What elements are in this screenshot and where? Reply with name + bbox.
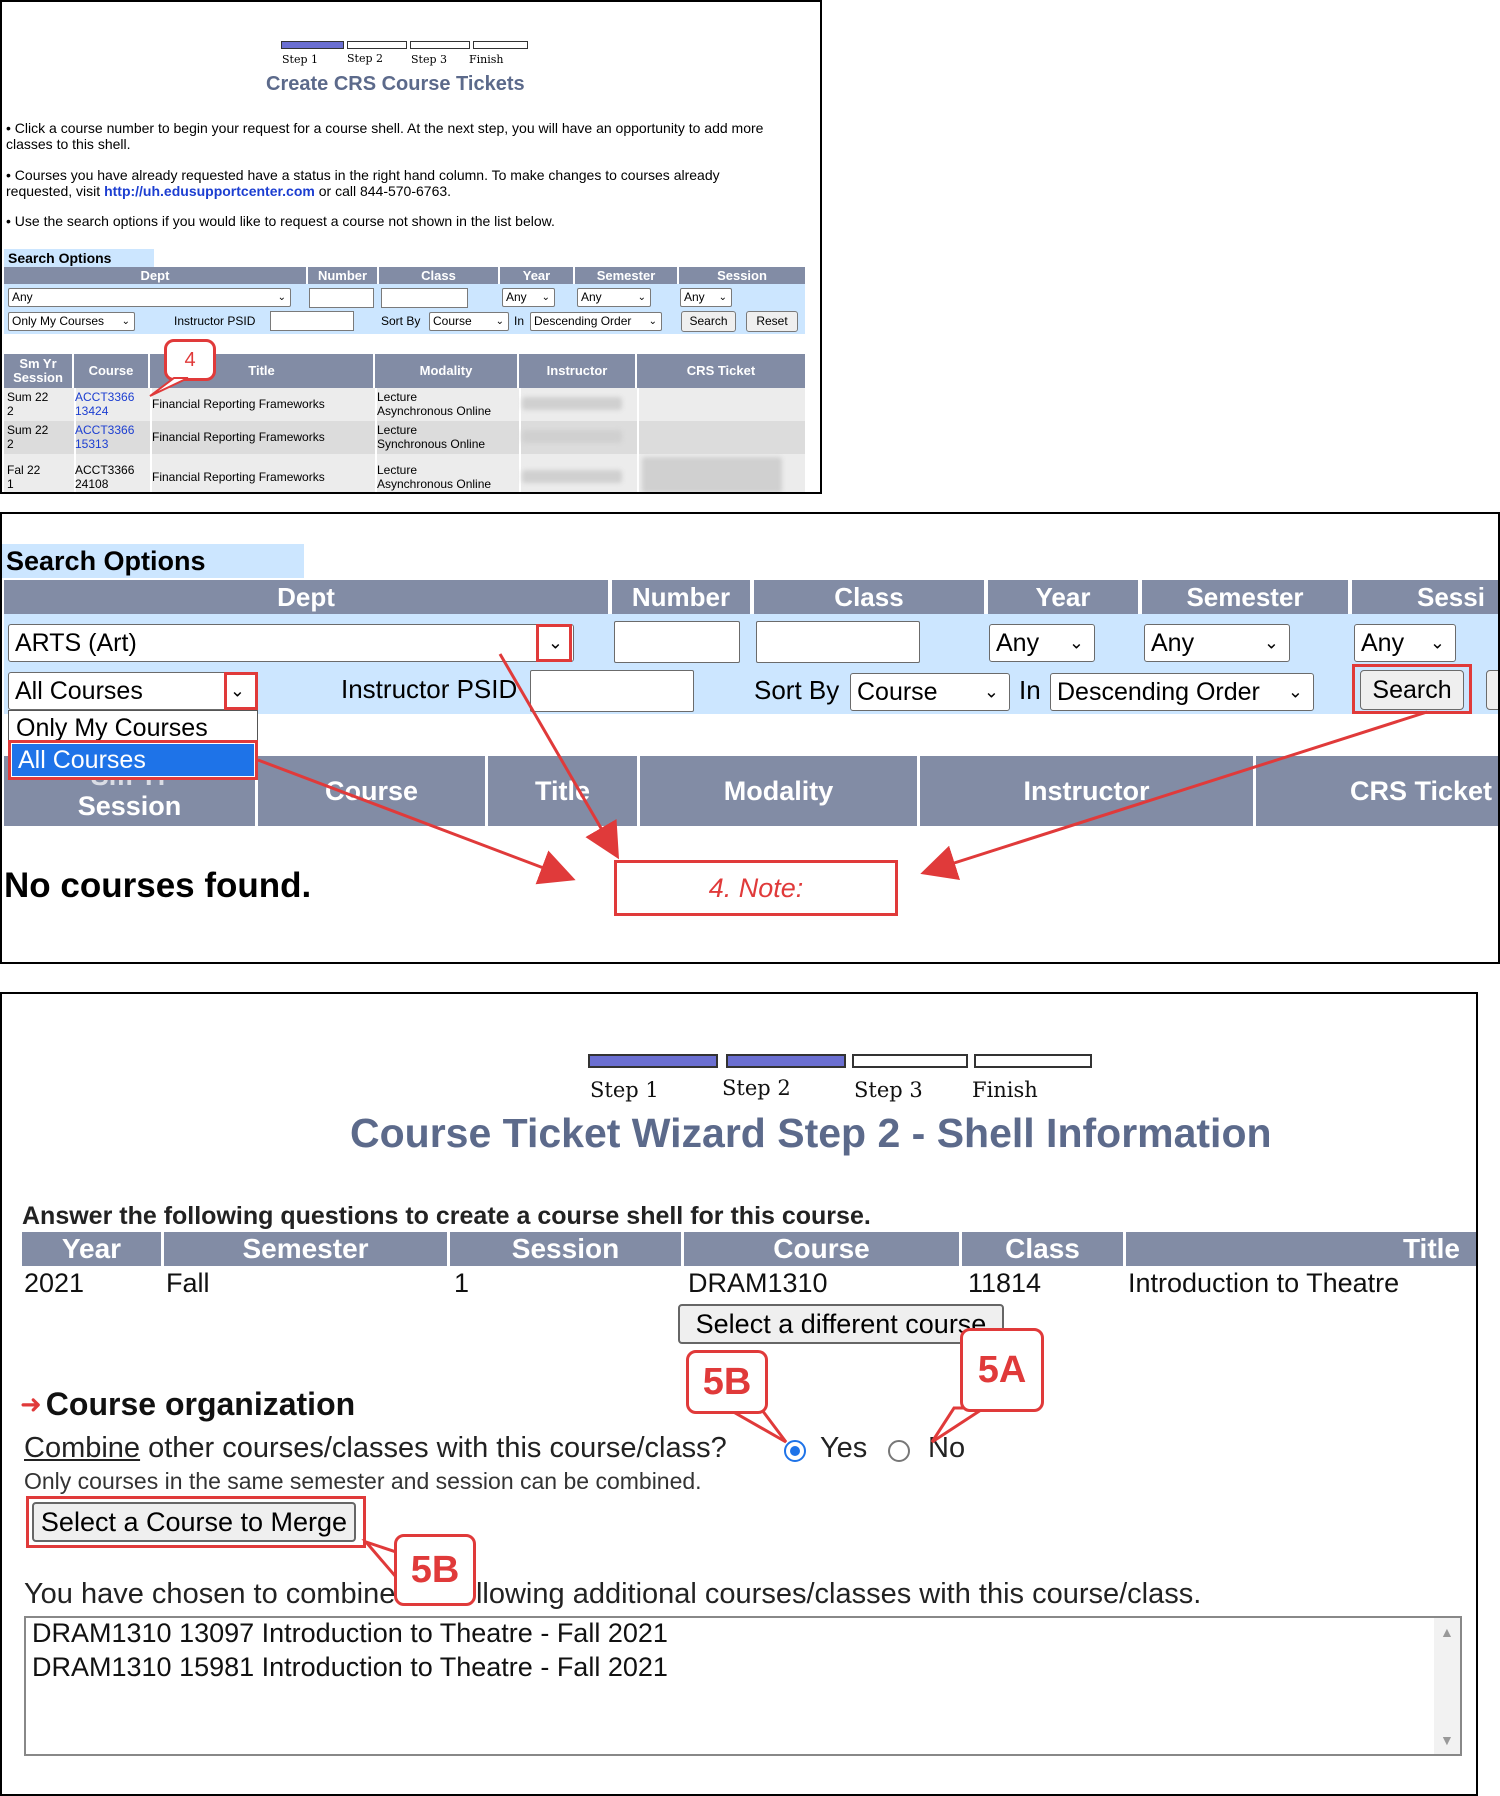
panel-create-tickets: Step 1 Step 2 Step 3 Finish Create CRS C… (0, 0, 822, 494)
panel-search-all: Search Options Dept Number Class Year Se… (0, 512, 1500, 964)
panel-wizard-step2: Step 1 Step 2 Step 3 Finish Course Ticke… (0, 992, 1478, 1796)
callout-5a-radio: 5A (960, 1328, 1044, 1412)
annotation-arrows (257, 653, 1428, 885)
callout-5b-merge: 5B (394, 1534, 476, 1606)
callout-4-pointer (149, 377, 189, 397)
callout-5b-radio: 5B (686, 1350, 768, 1414)
